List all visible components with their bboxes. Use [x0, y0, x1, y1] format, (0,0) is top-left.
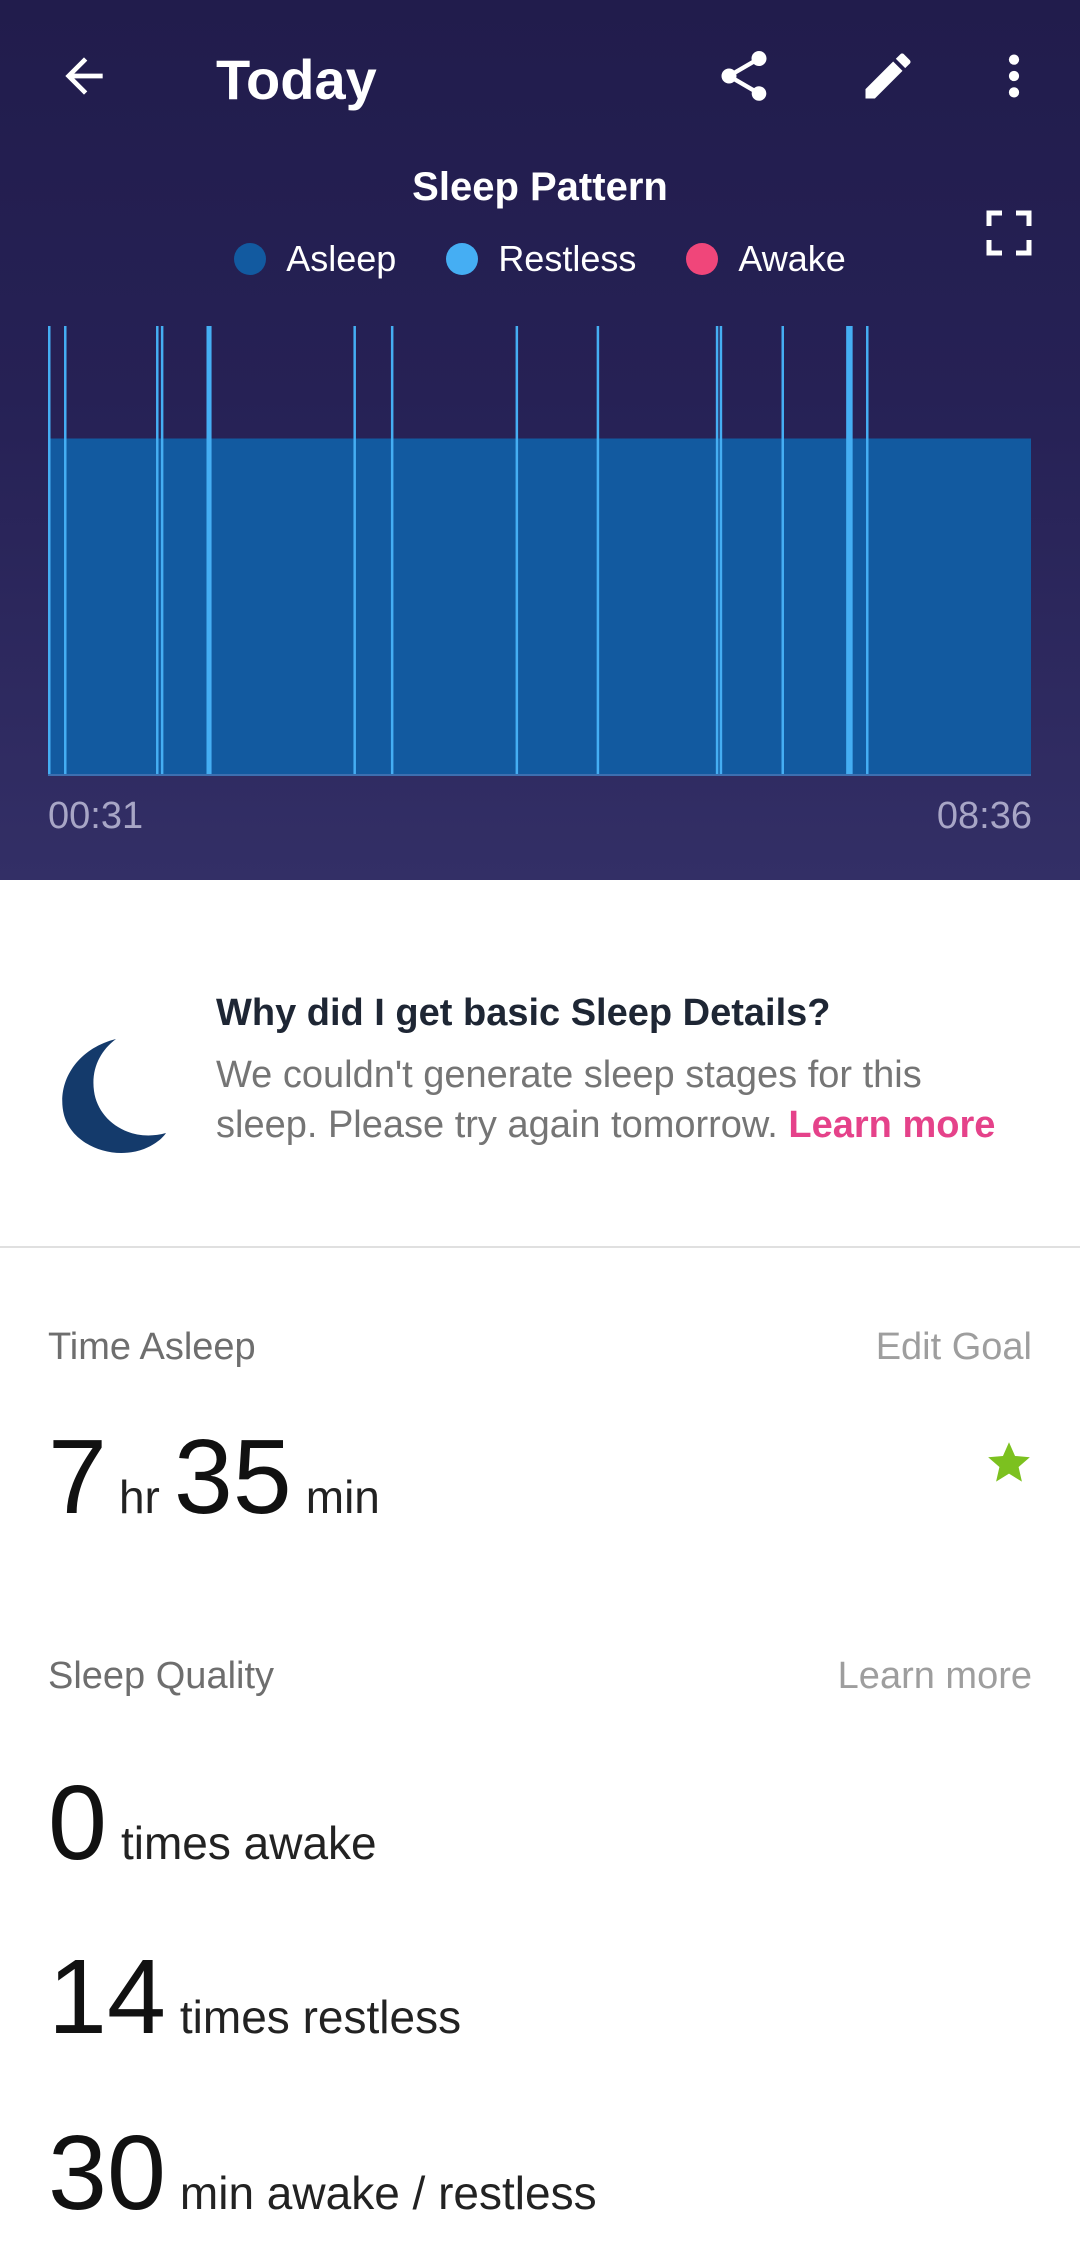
sleep-header: Today Sleep Pattern Asleep Restless Awak… — [0, 0, 1080, 880]
info-title: Why did I get basic Sleep Details? — [216, 992, 831, 1034]
page-title: Today — [216, 48, 377, 111]
time-asleep-label: Time Asleep — [48, 1326, 256, 1368]
legend-item-asleep: Asleep — [234, 238, 396, 280]
legend-item-awake: Awake — [686, 238, 846, 280]
restless-bar-5 — [353, 326, 356, 776]
sleep-quality-label: Sleep Quality — [48, 1655, 275, 1697]
times-awake-value: 0 — [48, 1764, 107, 1882]
minutes-awake-restless-stat: 30 min awake / restless — [48, 2120, 597, 2226]
minutes-unit: min — [305, 1471, 380, 1523]
share-button[interactable] — [704, 36, 784, 116]
minutes-awake-restless-unit: min awake / restless — [179, 2167, 597, 2219]
restless-bar-4 — [206, 326, 212, 776]
edit-button[interactable] — [848, 36, 928, 116]
restless-bar-2 — [156, 326, 159, 776]
asleep-area — [48, 438, 1031, 776]
hours-unit: hr — [118, 1471, 160, 1523]
edit-goal-link[interactable]: Edit Goal — [876, 1326, 1032, 1369]
star-icon — [988, 1442, 1030, 1482]
times-restless-stat: 14 times restless — [48, 1944, 461, 2050]
sleep-pattern-chart[interactable] — [48, 326, 1031, 776]
legend-item-restless: Restless — [446, 238, 636, 280]
legend-dot-restless — [446, 243, 479, 275]
restless-bar-8 — [596, 326, 600, 776]
restless-bar-0 — [48, 326, 51, 776]
times-restless-value: 14 — [48, 1938, 166, 2056]
moon-icon — [62, 1039, 166, 1153]
more-vertical-icon — [1008, 54, 1020, 98]
learn-more-link[interactable]: Learn more — [788, 1104, 995, 1146]
restless-bar-13 — [866, 326, 869, 776]
times-awake-unit: times awake — [120, 1817, 377, 1869]
chart-legend: Asleep Restless Awake — [0, 238, 1080, 280]
times-restless-unit: times restless — [179, 1991, 462, 2043]
time-asleep-value: 7 hr 35 min — [48, 1424, 380, 1530]
sleep-quality-learn-more-link[interactable]: Learn more — [838, 1655, 1032, 1698]
restless-bar-9 — [715, 326, 719, 776]
restless-bar-1 — [64, 326, 67, 776]
legend-label-awake: Awake — [738, 238, 846, 279]
chart-start-time: 00:31 — [48, 795, 144, 837]
legend-label-restless: Restless — [498, 238, 637, 279]
share-icon — [721, 51, 767, 101]
restless-bar-12 — [846, 326, 853, 776]
legend-dot-asleep — [234, 243, 267, 275]
legend-dot-awake — [686, 243, 719, 275]
back-arrow-icon — [65, 57, 103, 95]
times-awake-stat: 0 times awake — [48, 1770, 377, 1876]
minutes-value: 35 — [173, 1418, 292, 1536]
legend-label-asleep: Asleep — [286, 238, 397, 279]
restless-bar-7 — [515, 326, 519, 776]
minutes-awake-restless-value: 30 — [48, 2114, 166, 2232]
chart-title: Sleep Pattern — [412, 165, 668, 209]
restless-bar-6 — [390, 326, 394, 776]
restless-bar-10 — [719, 326, 723, 776]
restless-bar-3 — [160, 326, 164, 776]
hours-value: 7 — [48, 1418, 107, 1536]
more-options-button[interactable] — [980, 36, 1048, 116]
restless-bar-11 — [781, 326, 785, 776]
back-button[interactable] — [40, 36, 128, 116]
info-body: We couldn't generate sleep stages for th… — [216, 1050, 1006, 1150]
chart-end-time: 08:36 — [936, 795, 1032, 837]
edit-pencil-icon — [865, 53, 911, 99]
